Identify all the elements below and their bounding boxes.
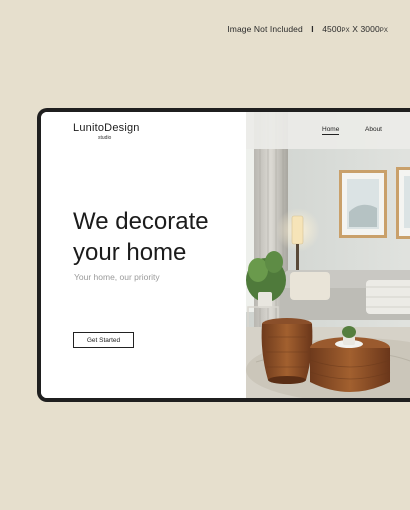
hero-title-line1: We decorate: [73, 208, 209, 235]
hero-title-line2: your home: [73, 239, 187, 266]
website-screen: LunitoDesign studio We decorate your hom…: [41, 112, 410, 398]
caption-unit-b: PX: [379, 28, 388, 34]
top-navigation: Home About: [246, 112, 410, 149]
caption-unit-a: PX: [341, 28, 350, 34]
nav-item-about[interactable]: About: [365, 126, 382, 133]
hero-panel: LunitoDesign studio We decorate your hom…: [41, 112, 246, 398]
caption-height: 3000: [360, 24, 380, 34]
hero-subtitle: Your home, our priority: [74, 272, 160, 282]
nav-item-home[interactable]: Home: [322, 126, 340, 135]
caption-width: 4500: [322, 24, 342, 34]
caption-times: X: [349, 24, 361, 34]
hero-title: We decorate your home: [73, 206, 209, 268]
laptop-frame: LunitoDesign studio We decorate your hom…: [37, 108, 410, 402]
brand-tagline: studio: [98, 135, 112, 141]
hero-photo: Home About: [246, 112, 410, 398]
caption-separator: I: [311, 24, 314, 34]
caption-text: Image Not Included: [227, 24, 303, 34]
get-started-button[interactable]: Get Started: [73, 332, 134, 348]
brand-logo[interactable]: LunitoDesign: [73, 122, 140, 134]
mockup-caption: Image Not Included I 4500PX X 3000PX: [227, 24, 388, 34]
living-room-image: [246, 112, 410, 398]
